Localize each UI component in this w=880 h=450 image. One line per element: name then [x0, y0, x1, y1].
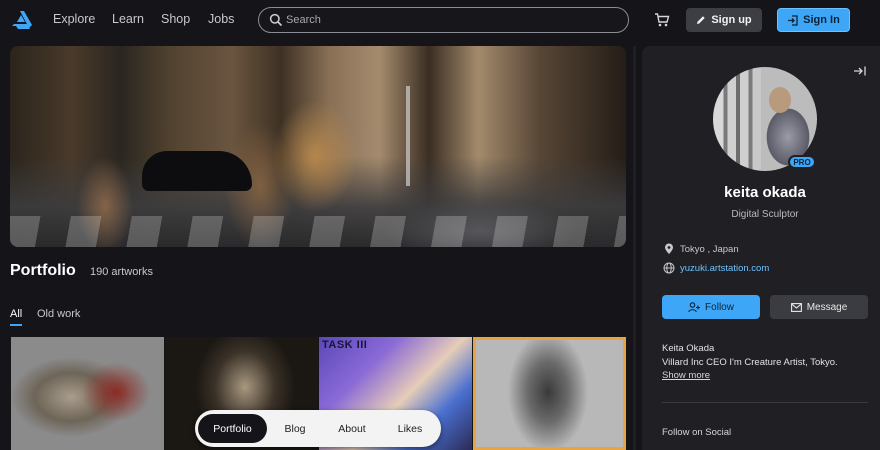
divider [662, 402, 868, 403]
profile-role: Digital Sculptor [731, 209, 799, 220]
pencil-icon [697, 16, 706, 24]
signin-label: Sign In [803, 14, 840, 26]
artwork-count: 190 artworks [90, 266, 153, 278]
tab-all[interactable]: All [10, 308, 22, 320]
top-bar: Explore Learn Shop Jobs Sign up Sign In [0, 0, 880, 40]
artwork-thumbnail[interactable] [473, 337, 626, 450]
envelope-icon [790, 302, 802, 312]
search-icon [269, 13, 283, 27]
follow-label: Follow [705, 301, 734, 313]
profile-panel: PRO keita okada Digital Sculptor Tokyo ,… [642, 46, 880, 450]
nav-explore[interactable]: Explore [53, 12, 95, 26]
sign-in-icon [788, 14, 798, 26]
search-input[interactable] [286, 8, 616, 31]
cover-image [10, 46, 626, 247]
cart-icon[interactable] [654, 12, 670, 28]
profile-location: Tokyo , Japan [680, 244, 739, 255]
follow-button[interactable]: Follow [662, 295, 760, 319]
bio-text: Villard Inc CEO I'm Creature Artist, Tok… [662, 357, 838, 368]
artstation-logo-icon[interactable] [10, 8, 34, 32]
section-tab-about[interactable]: About [330, 414, 374, 443]
location-pin-icon [665, 243, 673, 254]
cover-post-shape [406, 86, 410, 186]
section-tab-blog[interactable]: Blog [273, 414, 317, 443]
search-box[interactable] [258, 7, 629, 33]
avatar-head-shape [769, 87, 791, 113]
social-heading: Follow on Social [662, 427, 732, 438]
portfolio-title: Portfolio [10, 262, 76, 279]
collapse-panel-icon[interactable] [853, 65, 867, 77]
thumbnail-title: TASK III [322, 339, 368, 351]
signin-button[interactable]: Sign In [777, 8, 850, 32]
section-tab-likes[interactable]: Likes [388, 414, 432, 443]
signup-label: Sign up [711, 14, 752, 26]
artwork-thumbnail[interactable] [11, 337, 164, 450]
message-button[interactable]: Message [770, 295, 868, 319]
thumb-detail [81, 362, 151, 422]
scrollbar[interactable] [633, 46, 636, 450]
show-more-link[interactable]: Show more [662, 370, 710, 381]
tab-old-work[interactable]: Old work [37, 308, 80, 320]
active-tab-indicator [10, 324, 22, 326]
profile-website-link[interactable]: yuzuki.artstation.com [680, 263, 769, 274]
thumb-frame [473, 337, 626, 450]
message-label: Message [806, 301, 848, 313]
cover-car-shape [142, 151, 252, 191]
nav-learn[interactable]: Learn [112, 12, 144, 26]
nav-shop[interactable]: Shop [161, 12, 190, 26]
pro-badge: PRO [788, 155, 816, 169]
profile-name: keita okada [724, 184, 806, 201]
add-user-icon [688, 301, 701, 312]
section-tab-portfolio[interactable]: Portfolio [198, 414, 267, 443]
cover-crosswalk-shape [10, 216, 626, 247]
profile-section-nav: Portfolio Blog About Likes [195, 410, 441, 447]
globe-icon [663, 262, 675, 274]
nav-jobs[interactable]: Jobs [208, 12, 234, 26]
signup-button[interactable]: Sign up [686, 8, 762, 32]
bio-name: Keita Okada [662, 343, 715, 354]
